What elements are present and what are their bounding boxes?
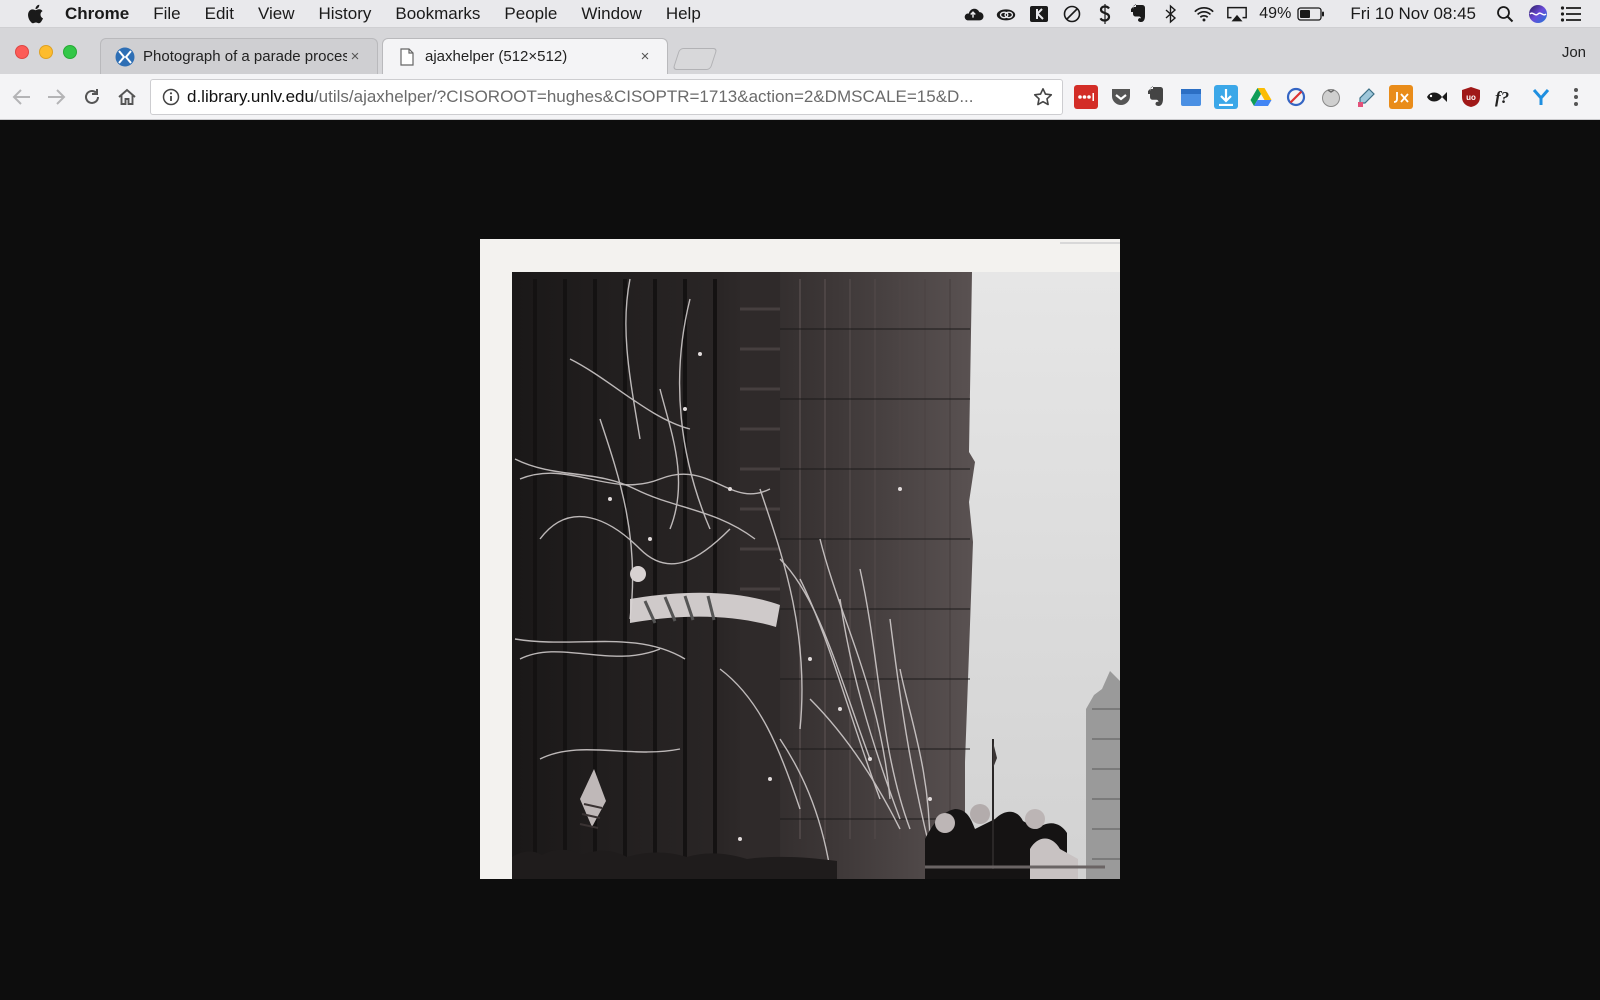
address-bar[interactable]: d.library.unlv.edu/utils/ajaxhelper/?CIS… xyxy=(150,79,1063,115)
dot xyxy=(1574,88,1578,92)
parade-photograph-image xyxy=(480,239,1120,879)
jx-icon[interactable] xyxy=(1389,85,1413,109)
tab-close-icon[interactable]: × xyxy=(637,48,653,65)
tab-title: Photograph of a parade proces xyxy=(143,48,347,65)
pocket-icon[interactable] xyxy=(1109,85,1133,109)
menu-file[interactable]: File xyxy=(153,4,180,24)
battery-percent: 49% xyxy=(1259,5,1292,22)
fish-icon[interactable] xyxy=(1424,85,1448,109)
spotlight-icon[interactable] xyxy=(1494,5,1516,23)
url-path: /utils/ajaxhelper/?CISOROOT=hughes&CISOP… xyxy=(313,87,974,106)
dot xyxy=(1574,95,1578,99)
url-host: d.library.unlv.edu xyxy=(187,87,314,106)
window-maximize-button[interactable] xyxy=(63,45,77,59)
menu-view[interactable]: View xyxy=(258,4,295,24)
lastpass-icon[interactable] xyxy=(1074,85,1098,109)
window-close-button[interactable] xyxy=(15,45,29,59)
calendar-icon[interactable] xyxy=(1179,85,1203,109)
font-finder-icon[interactable]: f? xyxy=(1494,85,1518,109)
siri-icon[interactable] xyxy=(1527,5,1549,23)
ublock-icon[interactable]: uo xyxy=(1459,85,1483,109)
menu-app-chrome[interactable]: Chrome xyxy=(65,4,129,24)
menu-bookmarks[interactable]: Bookmarks xyxy=(395,4,480,24)
tab-title: ajaxhelper (512×512) xyxy=(425,48,568,65)
creative-cloud-icon[interactable] xyxy=(995,5,1017,23)
airplay-icon[interactable] xyxy=(1226,5,1248,23)
svg-text:uo: uo xyxy=(1466,93,1476,102)
s-icon[interactable] xyxy=(1094,4,1116,24)
menu-people[interactable]: People xyxy=(504,4,557,24)
profile-name[interactable]: Jon xyxy=(1562,44,1586,61)
page-favicon-icon xyxy=(397,47,417,67)
wifi-icon[interactable] xyxy=(1193,5,1215,23)
tomato-icon[interactable] xyxy=(1319,85,1343,109)
download-icon[interactable] xyxy=(1214,85,1238,109)
menubar-clock[interactable]: Fri 10 Nov 08:45 xyxy=(1350,4,1476,24)
y-icon[interactable] xyxy=(1529,85,1553,109)
parade-photograph[interactable] xyxy=(480,239,1120,879)
chrome-menu-button[interactable] xyxy=(1566,84,1586,110)
mac-menubar: Chrome File Edit View History Bookmarks … xyxy=(0,0,1600,28)
battery-icon[interactable] xyxy=(1297,5,1325,23)
tab-ajaxhelper[interactable]: ajaxhelper (512×512) × xyxy=(382,38,668,74)
window-minimize-button[interactable] xyxy=(39,45,53,59)
keyboard-viewer-icon[interactable] xyxy=(1028,5,1050,23)
browser-toolbar: d.library.unlv.edu/utils/ajaxhelper/?CIS… xyxy=(0,74,1600,120)
bookmark-star-icon[interactable] xyxy=(1028,82,1058,112)
apple-logo-icon[interactable] xyxy=(25,4,45,24)
back-button[interactable] xyxy=(8,83,36,111)
dot xyxy=(1574,102,1578,106)
new-tab-button[interactable] xyxy=(672,48,718,70)
reload-button[interactable] xyxy=(78,83,106,111)
cloud-upload-icon[interactable] xyxy=(962,5,984,23)
tab-parade-photograph[interactable]: Photograph of a parade proces × xyxy=(100,38,378,74)
page-viewport xyxy=(0,120,1600,1000)
forward-button[interactable] xyxy=(42,83,70,111)
notification-center-icon[interactable] xyxy=(1560,5,1582,23)
menu-history[interactable]: History xyxy=(318,4,371,24)
google-drive-icon[interactable] xyxy=(1249,85,1273,109)
extensions-area: uo f? xyxy=(1074,83,1564,111)
evernote-icon[interactable] xyxy=(1144,85,1168,109)
menu-edit[interactable]: Edit xyxy=(205,4,234,24)
menu-window[interactable]: Window xyxy=(581,4,641,24)
unlv-favicon-icon xyxy=(115,47,135,67)
tab-strip: Photograph of a parade proces × ajaxhelp… xyxy=(0,28,1600,74)
bluetooth-icon[interactable] xyxy=(1160,4,1182,24)
site-info-icon[interactable] xyxy=(157,83,185,111)
eyedropper-icon[interactable] xyxy=(1354,85,1378,109)
menubar-status-area: 49% Fri 10 Nov 08:45 xyxy=(962,0,1600,28)
tab-close-icon[interactable]: × xyxy=(347,48,363,65)
no-entry-icon[interactable] xyxy=(1061,5,1083,23)
url-text[interactable]: d.library.unlv.edu/utils/ajaxhelper/?CIS… xyxy=(187,87,1028,107)
svg-text:f?: f? xyxy=(1495,88,1509,107)
evernote-icon[interactable] xyxy=(1127,4,1149,23)
home-button[interactable] xyxy=(113,83,141,111)
menu-help[interactable]: Help xyxy=(666,4,701,24)
block-icon[interactable] xyxy=(1284,85,1308,109)
